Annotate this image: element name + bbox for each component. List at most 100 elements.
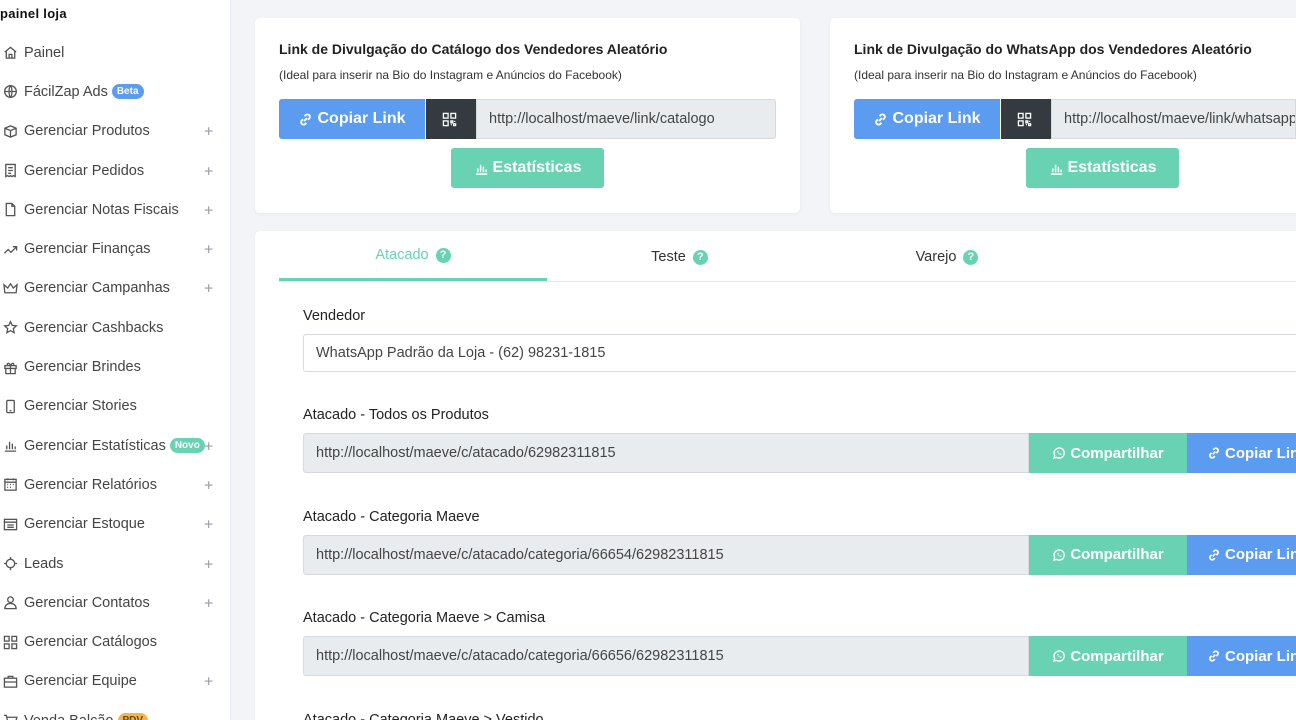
whatsapp-card-title: Link de Divulgação do WhatsApp dos Vende…	[854, 41, 1252, 57]
expand-plus-icon[interactable]: +	[204, 242, 213, 260]
box-icon	[2, 123, 18, 139]
expand-plus-icon[interactable]: +	[204, 556, 213, 574]
whatsapp-icon	[1053, 650, 1066, 663]
expand-plus-icon[interactable]: +	[204, 281, 213, 299]
sidebar-item-gerenciar-produtos[interactable]: Gerenciar Produtos +	[0, 112, 230, 151]
copy-link-button[interactable]: Copiar Link	[1187, 636, 1296, 676]
tab-label: Teste	[651, 249, 686, 265]
link-row-url: http://localhost/maeve/c/atacado/categor…	[303, 636, 1029, 676]
share-button[interactable]: Compartilhar	[1029, 433, 1187, 473]
copy-link-label: Copiar Link	[1225, 546, 1296, 563]
catalog-copy-link-label: Copiar Link	[317, 110, 406, 127]
help-icon[interactable]: ?	[963, 249, 979, 265]
tab-teste[interactable]: Teste ?	[547, 232, 812, 282]
help-icon[interactable]: ?	[692, 249, 708, 265]
sidebar-item-leads[interactable]: Leads +	[0, 544, 230, 583]
sidebar-item-label: Gerenciar Estatísticas	[24, 437, 166, 454]
expand-plus-icon[interactable]: +	[204, 595, 213, 613]
whatsapp-qr-code-button[interactable]	[1001, 99, 1051, 139]
link-row-label: Atacado - Categoria Maeve > Vestido	[303, 711, 544, 720]
home-icon	[2, 45, 18, 61]
sidebar-item-gerenciar-pedidos[interactable]: Gerenciar Pedidos +	[0, 151, 230, 190]
sidebar-title: painel loja	[0, 6, 67, 21]
sidebar-item-badge: PDV	[117, 713, 149, 720]
whatsapp-statistics-label: Estatísticas	[1067, 159, 1157, 176]
copy-link-label: Copiar Link	[1225, 444, 1296, 462]
catalog-statistics-button[interactable]: Estatísticas	[451, 148, 604, 188]
sidebar-item-label: Gerenciar Contatos	[24, 594, 150, 611]
expand-plus-icon[interactable]: +	[204, 674, 213, 692]
sidebar-item-label: Venda Balcão	[24, 713, 114, 720]
link-icon	[875, 113, 887, 125]
expand-plus-icon[interactable]: +	[204, 124, 213, 142]
sidebar-item-gerenciar-notas-fiscais[interactable]: Gerenciar Notas Fiscais +	[0, 190, 230, 229]
whatsapp-copy-link-label: Copiar Link	[892, 110, 981, 127]
catalog-qr-code-button[interactable]	[426, 99, 476, 139]
sidebar-item-label: FácilZap Ads	[24, 83, 108, 100]
qr-code-icon	[1017, 112, 1031, 126]
sidebar-item-label: Gerenciar Equipe	[24, 673, 137, 690]
star-icon	[2, 320, 18, 336]
gift-icon	[2, 359, 18, 375]
sidebar-item-facilzap-ads[interactable]: FácilZap Ads Beta	[0, 72, 230, 111]
expand-plus-icon[interactable]: +	[204, 517, 213, 535]
sidebar-item-gerenciar-campanhas[interactable]: Gerenciar Campanhas +	[0, 269, 230, 308]
cart-icon	[2, 713, 18, 720]
sidebar-nav: Painel FácilZap Ads Beta Gerenciar Produtos…	[0, 33, 230, 720]
catalog-card-subtitle: (Ideal para inserir na Bio do Instagram …	[279, 68, 622, 82]
sidebar-item-label: Gerenciar Catálogos	[24, 634, 157, 651]
sidebar-item-gerenciar-relatorios[interactable]: Gerenciar Relatórios +	[0, 465, 230, 504]
inbox-icon	[2, 516, 18, 532]
help-icon[interactable]: ?	[435, 247, 451, 263]
sidebar-item-gerenciar-equipe[interactable]: Gerenciar Equipe +	[0, 662, 230, 701]
phone-icon	[2, 398, 18, 414]
expand-plus-icon[interactable]: +	[204, 202, 213, 220]
link-icon	[1209, 650, 1219, 662]
briefcase-icon	[2, 673, 18, 689]
catalog-link-url: http://localhost/maeve/link/catalogo	[476, 99, 776, 139]
sidebar-item-gerenciar-estoque[interactable]: Gerenciar Estoque +	[0, 505, 230, 544]
calendar-icon	[2, 477, 18, 493]
sidebar-item-label: Gerenciar Brindes	[24, 359, 141, 376]
catalog-copy-link-button[interactable]: Copiar Link	[279, 99, 425, 139]
whatsapp-statistics-button[interactable]: Estatísticas	[1026, 148, 1179, 188]
share-label: Compartilhar	[1070, 647, 1164, 665]
vendedor-select[interactable]: WhatsApp Padrão da Loja - (62) 98231-181…	[303, 334, 1296, 372]
copy-link-label: Copiar Link	[1225, 647, 1296, 665]
sidebar-item-gerenciar-estatisticas[interactable]: Gerenciar Estatísticas Novo +	[0, 426, 230, 465]
copy-link-button[interactable]: Copiar Link	[1187, 534, 1296, 575]
tab-atacado[interactable]: Atacado ?	[279, 232, 547, 281]
grid-icon	[2, 634, 18, 650]
sidebar-item-venda-balcao[interactable]: Venda BalcãoPDV	[0, 701, 230, 720]
catalog-card-title: Link de Divulgação do Catálogo dos Vende…	[279, 41, 668, 57]
whatsapp-link-url: http://localhost/maeve/link/whatsapp	[1051, 99, 1296, 139]
bar-chart-icon	[475, 164, 487, 175]
link-icon	[1209, 447, 1219, 459]
link-row-url: http://localhost/maeve/c/atacado/6298231…	[303, 433, 1029, 473]
copy-link-button[interactable]: Copiar Link	[1187, 433, 1296, 473]
user-icon	[2, 595, 18, 611]
sidebar-item-badge: Novo	[169, 438, 205, 454]
sidebar-item-painel[interactable]: Painel	[0, 33, 230, 72]
whatsapp-copy-link-button[interactable]: Copiar Link	[854, 99, 1000, 139]
sidebar-item-gerenciar-cashbacks[interactable]: Gerenciar Cashbacks	[0, 308, 230, 347]
sidebar-item-label: Gerenciar Finanças	[24, 241, 151, 258]
share-button[interactable]: Compartilhar	[1029, 636, 1187, 676]
expand-plus-icon[interactable]: +	[204, 163, 213, 181]
tab-varejo[interactable]: Varejo ?	[812, 232, 1082, 282]
sidebar-item-label: Gerenciar Pedidos	[24, 162, 145, 179]
sidebar-item-gerenciar-catalogos[interactable]: Gerenciar Catálogos	[0, 622, 230, 661]
sidebar-item-gerenciar-financas[interactable]: Gerenciar Finanças +	[0, 229, 230, 268]
share-button[interactable]: Compartilhar	[1029, 534, 1187, 575]
receipt-icon	[2, 163, 18, 179]
link-row-label: Atacado - Categoria Maeve	[303, 508, 480, 525]
sidebar-item-gerenciar-stories[interactable]: Gerenciar Stories	[0, 387, 230, 426]
sidebar-item-label: Leads	[24, 555, 64, 572]
sidebar-item-gerenciar-brindes[interactable]: Gerenciar Brindes	[0, 347, 230, 386]
expand-plus-icon[interactable]: +	[204, 438, 213, 456]
sidebar-item-label: Painel	[24, 44, 65, 61]
link-row-url: http://localhost/maeve/c/atacado/categor…	[303, 534, 1029, 575]
expand-plus-icon[interactable]: +	[204, 477, 213, 495]
globe-icon	[2, 84, 18, 100]
sidebar-item-gerenciar-contatos[interactable]: Gerenciar Contatos +	[0, 583, 230, 622]
